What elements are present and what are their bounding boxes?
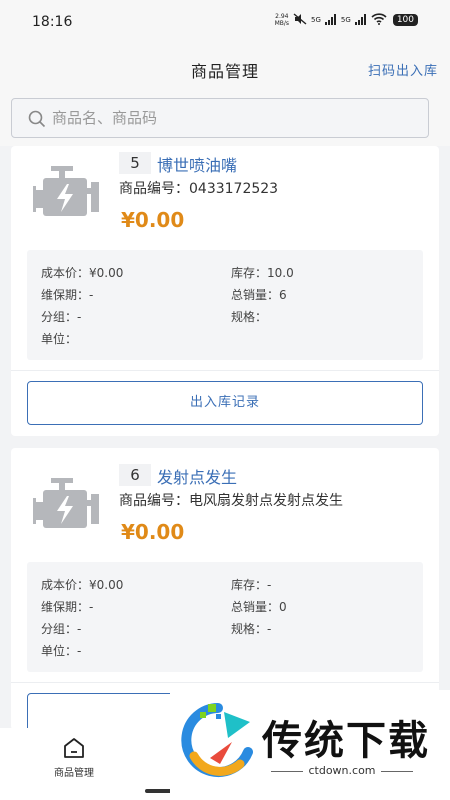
warranty-label: 维保期： bbox=[41, 600, 90, 614]
product-index: 6 bbox=[119, 464, 151, 486]
status-time: 18:16 bbox=[32, 14, 73, 30]
mute-icon bbox=[293, 13, 307, 27]
group-label: 分组： bbox=[41, 622, 78, 636]
signal-label-2: 5G bbox=[340, 16, 351, 24]
product-info-box: 成本价：¥0.00 库存：10.0 维保期：- 总销量：6 分组：- 规格： 单… bbox=[27, 250, 423, 360]
product-name[interactable]: 发射点发生 bbox=[157, 464, 237, 488]
product-code-value: 0433172523 bbox=[189, 181, 279, 197]
product-index: 5 bbox=[119, 152, 151, 174]
spec-value: - bbox=[267, 622, 272, 636]
product-code-value: 电风扇发射点发射点发生 bbox=[189, 493, 343, 509]
group-value: - bbox=[77, 622, 82, 636]
cost-price-value: ¥0.00 bbox=[89, 266, 124, 280]
unit-label: 单位： bbox=[41, 332, 78, 346]
warranty-value: - bbox=[89, 288, 94, 302]
engine-icon bbox=[33, 478, 103, 534]
signal-label-1: 5G bbox=[311, 16, 321, 24]
total-sales-label: 总销量： bbox=[231, 600, 280, 614]
tab-label: 商品管理 bbox=[54, 768, 94, 779]
header: 商品管理 扫码出入库 bbox=[0, 46, 450, 90]
product-code: 商品编号：0433172523 bbox=[119, 178, 278, 198]
engine-icon bbox=[33, 166, 103, 222]
stock: 库存：10.0 bbox=[231, 264, 294, 281]
unit: 单位：- bbox=[41, 642, 81, 659]
stock-label: 库存： bbox=[231, 578, 268, 592]
watermark: 传统下载 ctdown.com bbox=[170, 690, 450, 800]
cost-price-value: ¥0.00 bbox=[89, 578, 124, 592]
product-card: 6 发射点发生 商品编号：电风扇发射点发射点发生 ¥0.00 成本价：¥0.00… bbox=[11, 448, 439, 730]
product-name[interactable]: 博世喷油嘴 bbox=[157, 152, 237, 176]
product-price: ¥0.00 bbox=[121, 208, 185, 232]
status-icons: 2.94 MB/s 5G 5G 100 bbox=[275, 13, 418, 27]
warranty: 维保期：- bbox=[41, 286, 93, 303]
scan-stock-button[interactable]: 扫码出入库 bbox=[368, 60, 438, 79]
product-code: 商品编号：电风扇发射点发射点发生 bbox=[119, 490, 343, 510]
signal-icon-2 bbox=[354, 13, 367, 27]
cost-price: 成本价：¥0.00 bbox=[41, 576, 123, 593]
stock-record-button[interactable]: 出入库记录 bbox=[27, 381, 423, 425]
search-icon bbox=[28, 110, 46, 128]
spec-label: 规格： bbox=[231, 622, 268, 636]
unit-label: 单位： bbox=[41, 644, 78, 658]
home-icon bbox=[48, 736, 100, 760]
product-info-box: 成本价：¥0.00 库存：- 维保期：- 总销量：0 分组：- 规格：- 单位：… bbox=[27, 562, 423, 672]
watermark-logo-icon bbox=[180, 702, 256, 778]
total-sales-value: 6 bbox=[279, 288, 287, 302]
group-value: - bbox=[77, 310, 82, 324]
group: 分组：- bbox=[41, 620, 81, 637]
total-sales: 总销量：0 bbox=[231, 598, 287, 615]
cost-price-label: 成本价： bbox=[41, 266, 90, 280]
product-card: 5 博世喷油嘴 商品编号：0433172523 ¥0.00 成本价：¥0.00 … bbox=[11, 146, 439, 436]
spec: 规格：- bbox=[231, 620, 271, 637]
group: 分组：- bbox=[41, 308, 81, 325]
unit-value: - bbox=[77, 644, 82, 658]
product-price: ¥0.00 bbox=[121, 520, 185, 544]
watermark-text: 传统下载 bbox=[262, 718, 430, 764]
card-divider bbox=[11, 682, 439, 683]
card-divider bbox=[11, 370, 439, 371]
cost-price-label: 成本价： bbox=[41, 578, 90, 592]
stock-value: 10.0 bbox=[267, 266, 294, 280]
battery-indicator: 100 bbox=[392, 14, 418, 26]
cost-price: 成本价：¥0.00 bbox=[41, 264, 123, 281]
signal-icon-1 bbox=[324, 13, 337, 27]
warranty-label: 维保期： bbox=[41, 288, 90, 302]
total-sales-label: 总销量： bbox=[231, 288, 280, 302]
spec-label: 规格： bbox=[231, 310, 268, 324]
warranty: 维保期：- bbox=[41, 598, 93, 615]
group-label: 分组： bbox=[41, 310, 78, 324]
spec: 规格： bbox=[231, 308, 267, 325]
unit: 单位： bbox=[41, 330, 77, 347]
total-sales-value: 0 bbox=[279, 600, 287, 614]
search-input[interactable] bbox=[52, 99, 412, 137]
wifi-icon bbox=[371, 13, 387, 27]
search-bar bbox=[0, 90, 450, 146]
product-code-label: 商品编号： bbox=[119, 181, 189, 197]
status-bar: 18:16 2.94 MB/s 5G 5G 100 bbox=[0, 0, 450, 46]
watermark-url: ctdown.com bbox=[262, 764, 422, 777]
stock-value: - bbox=[267, 578, 272, 592]
total-sales: 总销量：6 bbox=[231, 286, 287, 303]
search-box[interactable] bbox=[11, 98, 429, 138]
stock: 库存：- bbox=[231, 576, 271, 593]
warranty-value: - bbox=[89, 600, 94, 614]
product-code-label: 商品编号： bbox=[119, 493, 189, 509]
tab-product-management[interactable]: 商品管理 bbox=[48, 736, 100, 779]
stock-label: 库存： bbox=[231, 266, 268, 280]
network-speed: 2.94 MB/s bbox=[274, 13, 290, 27]
